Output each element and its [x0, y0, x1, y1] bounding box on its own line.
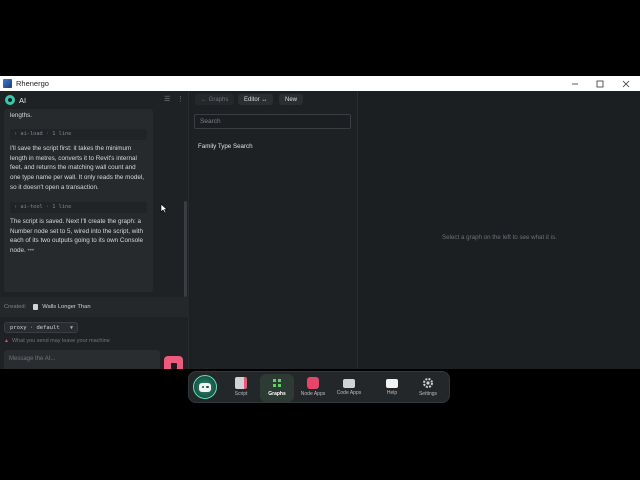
app-dock: Script Graphs Node Apps Code Apps Help S… [188, 371, 450, 403]
script-icon [235, 377, 247, 389]
app-logo-icon [3, 79, 12, 88]
model-proxy-select[interactable]: proxy · default ▼ [4, 322, 78, 333]
graphs-panel: ← Graphs Editor ↔ New Search Family Type… [190, 91, 358, 369]
code-apps-icon [343, 379, 355, 388]
warning-text: What you send may leave your machine [11, 338, 110, 344]
dock-label: Help [386, 390, 398, 396]
new-graph-button[interactable]: New [279, 94, 304, 105]
chat-message-card: lengths. › ai-load · 1 line I'll save th… [4, 109, 153, 292]
document-icon [33, 304, 39, 310]
ai-logo-icon [5, 95, 15, 105]
dock-item-settings[interactable]: Settings [411, 374, 445, 402]
app-body: AI ☰ ⋮ lengths. › ai-load · 1 line I'll … [0, 91, 640, 369]
stop-icon [170, 362, 177, 369]
close-icon [622, 80, 630, 87]
help-book-icon [386, 379, 398, 388]
ai-panel: AI ☰ ⋮ lengths. › ai-load · 1 line I'll … [0, 91, 189, 369]
dock-item-script[interactable]: Script [224, 374, 258, 402]
screen: Rhenergo AI ☰ ⋮ lengths. › ai-load · 1 l… [0, 0, 640, 480]
back-to-graphs-button[interactable]: ← Graphs [195, 94, 235, 105]
dock-item-code-apps[interactable]: Code Apps [332, 374, 366, 402]
privacy-warning: ▲ What you send may leave your machine [4, 338, 110, 344]
settings-gear-icon [423, 378, 433, 388]
dock-label: Node Apps [300, 391, 326, 397]
mouse-cursor-icon [160, 203, 168, 214]
editor-toggle-button[interactable]: Editor ↔ [238, 94, 274, 105]
tool-call-chip[interactable]: › ai-load · 1 line [10, 128, 147, 140]
dock-item-node-apps[interactable]: Node Apps [296, 374, 330, 402]
chat-scrollbar[interactable] [184, 201, 187, 297]
title-bar: Rhenergo [0, 76, 640, 91]
empty-state-text: Select a graph on the left to see what i… [442, 234, 557, 241]
created-label: Created: [4, 304, 27, 310]
maximize-icon [596, 80, 604, 87]
maximize-button[interactable] [587, 76, 613, 91]
ai-assistant-button[interactable] [193, 375, 217, 399]
minimize-icon [572, 83, 578, 84]
typing-indicator: ••• [27, 247, 35, 255]
created-row: Created: Walls Longer Than [0, 297, 189, 317]
created-script-link[interactable]: Walls Longer Than [42, 304, 90, 310]
minimize-button[interactable] [562, 76, 588, 91]
more-icon[interactable]: ⋮ [177, 95, 184, 103]
dock-label: Code Apps [336, 390, 362, 396]
message-input[interactable]: Message the AI... [4, 350, 160, 369]
graphs-icon [273, 379, 281, 387]
graph-list-item[interactable]: Family Type Search [198, 143, 253, 150]
model-proxy-value: proxy · default [10, 324, 60, 331]
search-input[interactable]: Search [194, 114, 351, 129]
warning-icon: ▲ [4, 338, 9, 344]
window-title: Rhenergo [16, 79, 49, 88]
menu-icon[interactable]: ☰ [164, 95, 170, 103]
dock-label: Graphs [268, 391, 286, 397]
chat-text: I'll save the script first: it takes the… [10, 144, 145, 191]
node-apps-icon [307, 377, 319, 389]
tool-call-chip[interactable]: › ai-tool · 1 line [10, 201, 147, 213]
chevron-down-icon: ▼ [69, 324, 73, 331]
close-button[interactable] [613, 76, 639, 91]
dock-item-help[interactable]: Help [375, 374, 409, 402]
ai-panel-title: AI [19, 95, 27, 105]
dock-item-graphs[interactable]: Graphs [260, 374, 294, 402]
ai-panel-header: AI ☰ ⋮ [0, 91, 189, 109]
chat-text: The script is saved. Next I'll create th… [4, 217, 153, 256]
graph-detail-pane: Select a graph on the left to see what i… [359, 91, 640, 369]
robot-icon [199, 382, 211, 392]
chat-text: lengths. [10, 112, 33, 119]
stop-button[interactable] [164, 356, 183, 369]
dock-label: Script [234, 391, 248, 397]
dock-label: Settings [418, 391, 438, 397]
app-window: Rhenergo AI ☰ ⋮ lengths. › ai-load · 1 l… [0, 76, 640, 369]
